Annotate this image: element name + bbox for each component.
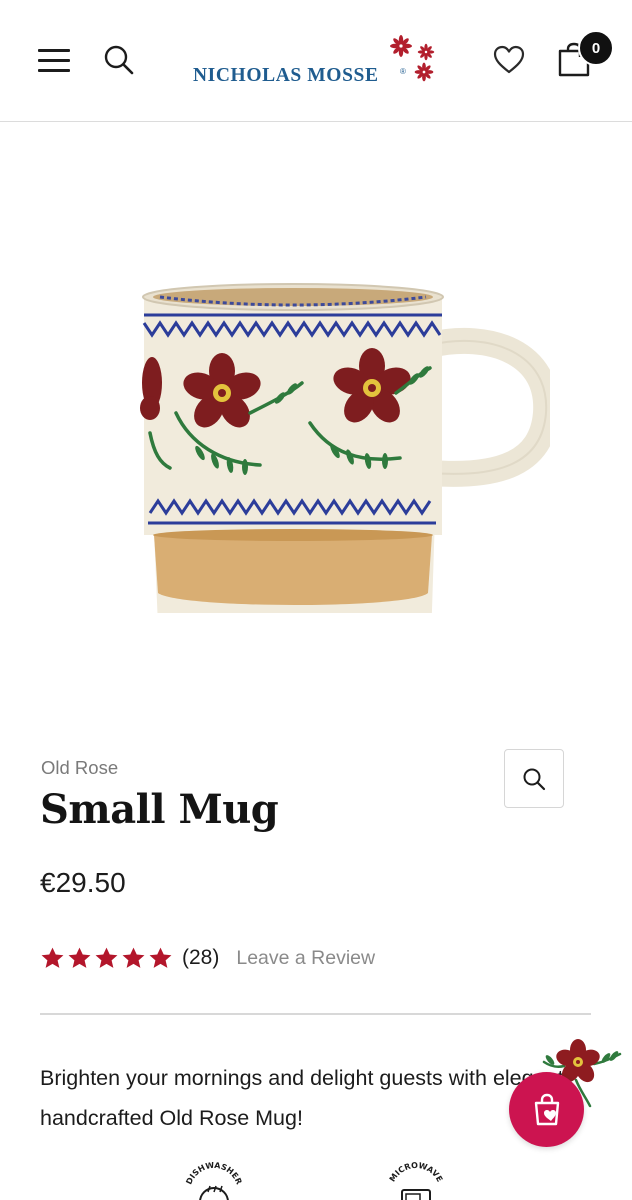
star-icon xyxy=(95,947,118,968)
product-title: Small Mug xyxy=(40,786,279,833)
shopping-bag-button[interactable] xyxy=(509,1072,584,1147)
search-icon[interactable] xyxy=(102,43,136,77)
cart-count-badge: 0 xyxy=(578,30,614,66)
product-image-gallery[interactable] xyxy=(0,123,632,808)
star-icon xyxy=(41,947,64,968)
rating-stars xyxy=(40,946,173,971)
divider xyxy=(40,1013,591,1015)
star-icon xyxy=(149,947,172,968)
leave-review-link[interactable]: Leave a Review xyxy=(236,947,375,970)
dishwasher-safe-icon: DISHWASHER xyxy=(182,1161,246,1200)
logo-text: NICHOLAS MOSSE xyxy=(193,65,379,86)
star-icon xyxy=(122,947,145,968)
feature-label: DISHWASHER xyxy=(184,1161,243,1186)
product-collection[interactable]: Old Rose xyxy=(41,757,118,779)
brand-logo[interactable]: NICHOLAS MOSSE ® xyxy=(190,34,445,92)
site-header: NICHOLAS MOSSE ® 0 xyxy=(0,0,632,122)
feature-label: MICROWAVE xyxy=(388,1161,445,1184)
svg-text:DISHWASHER: DISHWASHER xyxy=(184,1162,243,1186)
zoom-image-button[interactable] xyxy=(504,749,564,808)
star-icon xyxy=(68,947,91,968)
magnify-icon xyxy=(523,768,546,790)
svg-text:MICROWAVE: MICROWAVE xyxy=(388,1162,445,1183)
product-price: €29.50 xyxy=(40,867,126,898)
mug-image xyxy=(140,283,550,613)
shopping-bag-heart-icon xyxy=(534,1093,559,1125)
review-count[interactable]: (28) xyxy=(182,946,219,970)
microwave-safe-icon: MICROWAVE xyxy=(384,1161,448,1200)
menu-icon[interactable] xyxy=(38,46,72,74)
logo-registered-mark: ® xyxy=(400,67,406,76)
heart-icon[interactable] xyxy=(492,44,526,76)
product-rating[interactable]: (28) Leave a Review xyxy=(40,940,375,976)
